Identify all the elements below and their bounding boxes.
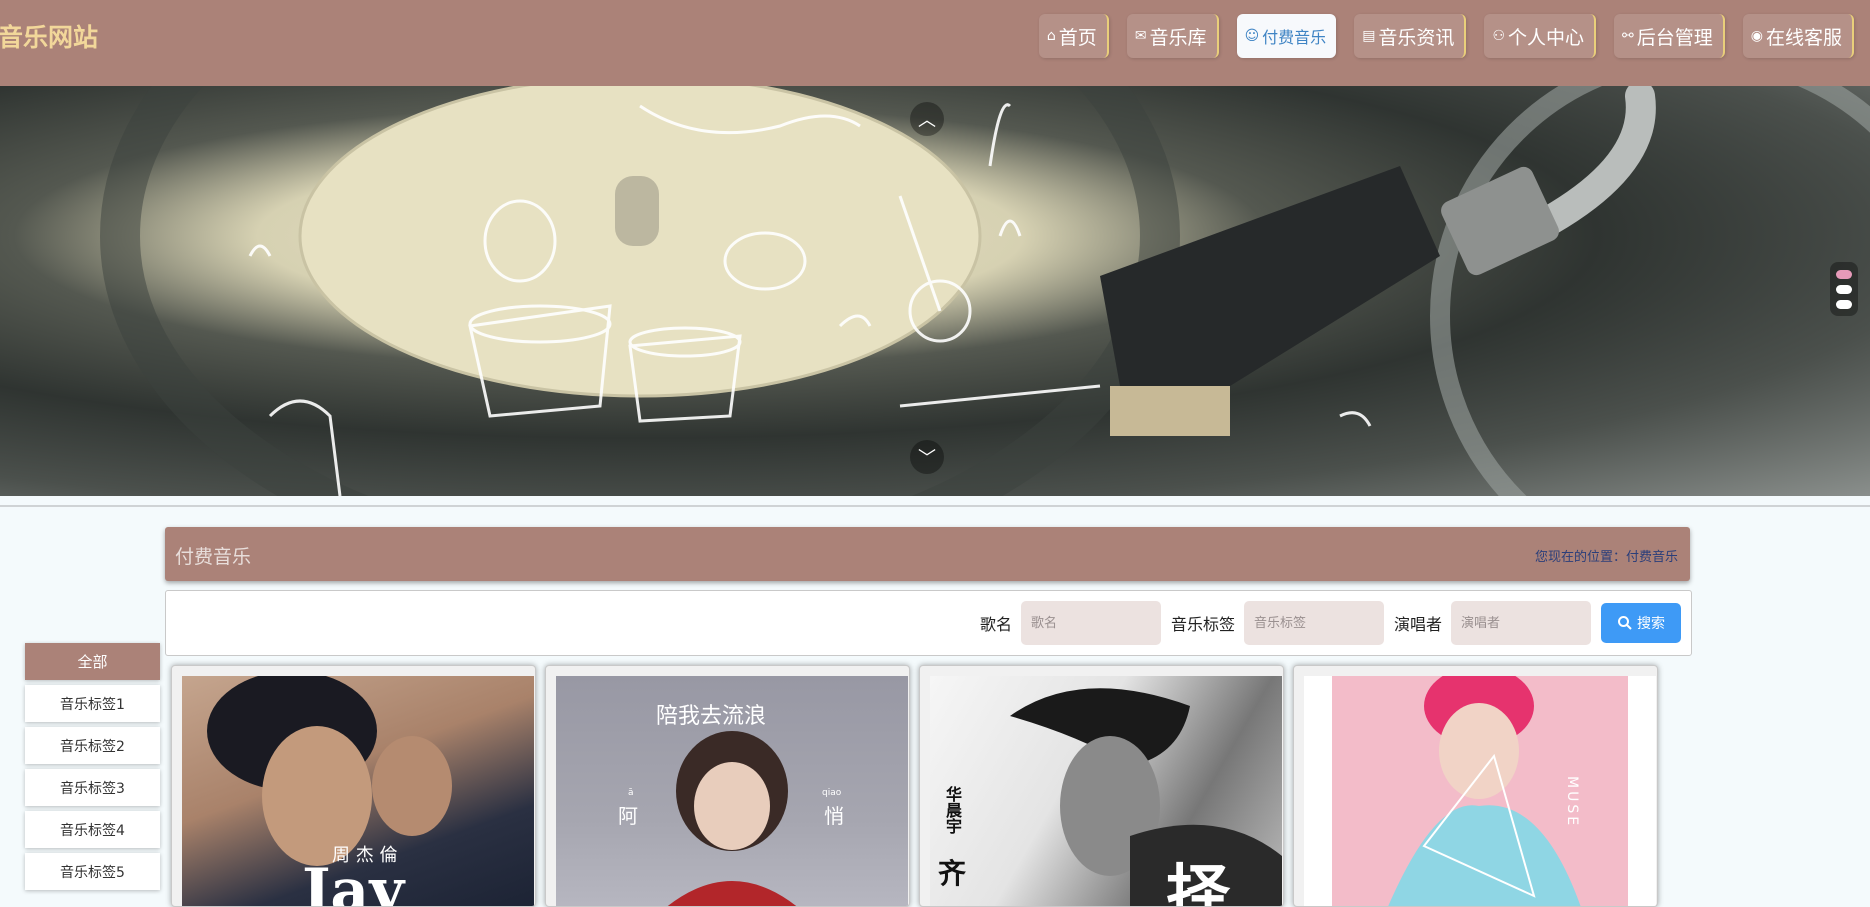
nav-personal-center[interactable]: ⚇ 个人中心 [1484,14,1597,58]
cover-pinyin-right: qiao [822,788,842,798]
tag-sidebar: 全部 音乐标签1 音乐标签2 音乐标签3 音乐标签4 音乐标签5 [25,643,160,895]
user-icon: ⚇ [1492,28,1505,44]
singer-input[interactable] [1451,601,1591,645]
search-icon [1618,616,1632,630]
cover-char-bottom: 齐 [938,857,967,890]
sidebar-item-tag1[interactable]: 音乐标签1 [25,685,160,722]
cover-title: 陪我去流浪 [656,704,767,729]
singer-label: 演唱者 [1393,615,1442,634]
cover-title: Jay [302,856,405,907]
carousel-next-button[interactable]: ﹀ [910,440,944,474]
nav-paid-music[interactable]: ☺ 付费音乐 [1236,14,1337,58]
cover-artist-name: 华晨宇 [943,786,962,834]
chevron-down-icon: ﹀ [918,448,936,469]
cover-char-right: 悄 [824,804,844,828]
nav-admin[interactable]: ⚯ 后台管理 [1614,14,1725,58]
page-title-bar: 付费音乐 您现在的位置：付费音乐 [165,527,1690,581]
nav-online-service[interactable]: ◉ 在线客服 [1742,14,1854,58]
cover-char-left: 阿 [618,804,638,828]
nav-home-label: 首页 [1058,26,1097,49]
cover-char-big: 择 [1166,859,1230,907]
page-title: 付费音乐 [175,546,252,568]
chevron-up-icon: ︿ [918,110,936,131]
nav-online-service-label: 在线客服 [1765,26,1842,49]
search-bar: 歌名 音乐标签 演唱者 搜索 [165,590,1692,656]
search-button[interactable]: 搜索 [1601,603,1681,643]
search-button-label: 搜索 [1637,616,1665,632]
section-divider [0,505,1870,507]
album-cover: 周 杰 倫 Jay [182,676,534,907]
cover-brand: MUSE [1564,776,1580,829]
top-header: 音乐网站 ⌂ 首页 ✉ 音乐库 ☺ 付费音乐 ▤ 音乐资讯 ⚇ 个人中心 ⚯ 后… [0,0,1870,86]
cover-pinyin-left: ā [628,788,634,798]
nav-music-news[interactable]: ▤ 音乐资讯 [1354,14,1467,58]
music-card[interactable]: MUSE [1293,665,1658,907]
site-logo[interactable]: 音乐网站 [0,18,98,54]
banner-image [100,86,1870,496]
music-tag-label: 音乐标签 [1170,615,1235,634]
sidebar-item-tag3[interactable]: 音乐标签3 [25,769,160,806]
nav-music-library-label: 音乐库 [1149,26,1207,49]
smile-icon: ☺ [1244,28,1260,44]
home-icon: ⌂ [1046,28,1056,44]
carousel-prev-button[interactable]: ︿ [910,102,944,136]
carousel-indicators [1830,262,1858,316]
music-card[interactable]: 华晨宇 齐 择 [919,665,1284,907]
news-icon: ▤ [1362,28,1376,44]
nav-music-library[interactable]: ✉ 音乐库 [1126,14,1219,58]
nav-admin-label: 后台管理 [1636,26,1713,49]
nav-music-news-label: 音乐资讯 [1378,26,1455,49]
breadcrumb: 您现在的位置：付费音乐 [1534,550,1678,565]
support-icon: ◉ [1750,28,1763,44]
nav-paid-music-label: 付费音乐 [1262,28,1327,47]
album-cover: 陪我去流浪 ā 阿 qiao 悄 [556,676,908,906]
carousel-dot-1[interactable] [1836,269,1852,279]
main-nav: ⌂ 首页 ✉ 音乐库 ☺ 付费音乐 ▤ 音乐资讯 ⚇ 个人中心 ⚯ 后台管理 ◉… [1038,14,1854,58]
music-card[interactable]: 周 杰 倫 Jay [171,665,536,907]
nav-home[interactable]: ⌂ 首页 [1038,14,1109,58]
mail-icon: ✉ [1134,28,1147,44]
sidebar-item-tag2[interactable]: 音乐标签2 [25,727,160,764]
sidebar-item-all[interactable]: 全部 [25,643,160,680]
album-cover: MUSE [1304,676,1656,906]
carousel-dot-3[interactable] [1836,299,1852,309]
music-tag-input[interactable] [1243,601,1384,645]
album-cover: 华晨宇 齐 择 [930,676,1282,907]
music-card-grid: 周 杰 倫 Jay 陪我去流浪 ā 阿 qiao 悄 华晨宇 齐 择 MUSE [171,665,1658,907]
banner-carousel[interactable]: ︿ ﹀ [0,86,1870,496]
sidebar-item-tag4[interactable]: 音乐标签4 [25,811,160,848]
nav-personal-center-label: 个人中心 [1508,26,1585,49]
song-name-label: 歌名 [979,615,1012,634]
sidebar-item-tag5[interactable]: 音乐标签5 [25,853,160,890]
song-name-input[interactable] [1020,601,1161,645]
carousel-dot-2[interactable] [1836,284,1852,294]
music-card[interactable]: 陪我去流浪 ā 阿 qiao 悄 [545,665,910,907]
link-icon: ⚯ [1622,28,1634,44]
